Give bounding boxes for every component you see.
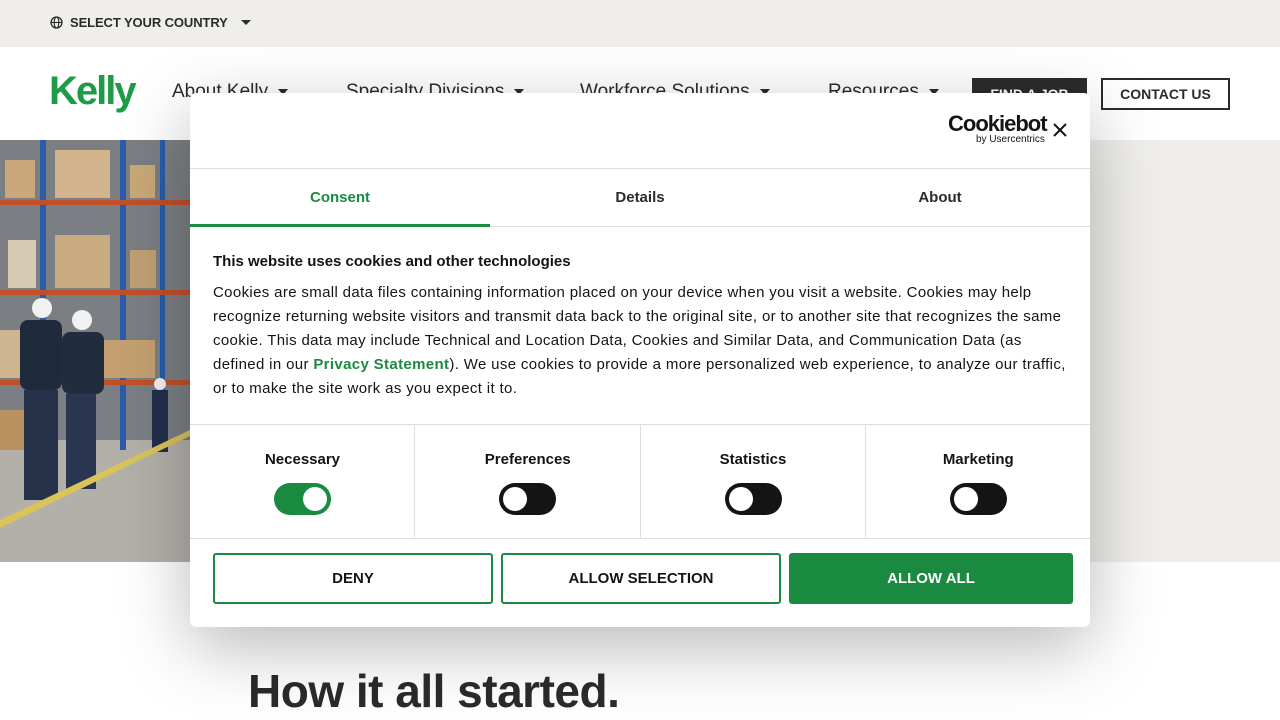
toggle-label: Preferences — [484, 451, 571, 468]
consent-buttons: DENY ALLOW SELECTION ALLOW ALL — [213, 553, 1073, 604]
allow-selection-button[interactable]: ALLOW SELECTION — [501, 553, 781, 604]
hero-image — [0, 140, 190, 562]
country-label: SELECT YOUR COUNTRY — [70, 15, 228, 30]
cookie-consent-dialog: Cookiebot by Usercentrics Consent Detail… — [190, 93, 1090, 627]
consent-toggles: Necessary Preferences Statistics Marketi… — [190, 424, 1090, 539]
toggle-label: Necessary — [264, 451, 341, 468]
switch-knob — [953, 487, 978, 511]
tab-about[interactable]: About — [790, 169, 1090, 226]
cookiebot-logo: Cookiebot by Usercentrics — [948, 111, 1048, 145]
country-bar: SELECT YOUR COUNTRY — [0, 0, 1280, 47]
tab-consent[interactable]: Consent — [190, 169, 490, 227]
warehouse-photo — [0, 140, 190, 562]
allow-all-button[interactable]: ALLOW ALL — [789, 553, 1073, 604]
toggle-label: Marketing — [942, 451, 1014, 468]
cookiebot-brand-sub: by Usercentrics — [976, 134, 1045, 145]
close-icon[interactable] — [1050, 120, 1070, 140]
preferences-switch[interactable] — [499, 483, 557, 515]
dialog-tabs: Consent Details About — [190, 169, 1090, 227]
chevron-down-icon — [240, 20, 251, 25]
globe-icon — [50, 16, 63, 29]
statistics-switch[interactable] — [724, 483, 782, 515]
page-headline: How it all started. — [248, 665, 620, 717]
toggle-necessary: Necessary — [190, 425, 416, 538]
toggle-statistics: Statistics — [641, 425, 866, 538]
necessary-switch[interactable] — [274, 483, 331, 515]
deny-button[interactable]: DENY — [213, 553, 493, 604]
tab-details[interactable]: Details — [490, 169, 790, 226]
switch-knob — [728, 487, 753, 511]
dialog-header: Cookiebot by Usercentrics — [190, 93, 1090, 169]
toggle-preferences: Preferences — [415, 425, 641, 538]
consent-text: Cookies are small data files containing … — [213, 281, 1069, 401]
marketing-switch[interactable] — [949, 483, 1007, 515]
cookiebot-brand: Cookiebot — [948, 111, 1048, 136]
contact-us-button[interactable]: CONTACT US — [1101, 78, 1230, 110]
switch-knob — [503, 487, 528, 511]
kelly-logo[interactable]: Kelly — [49, 71, 137, 111]
toggle-label: Statistics — [719, 451, 787, 468]
switch-knob — [303, 487, 327, 511]
consent-title: This website uses cookies and other tech… — [213, 253, 571, 270]
toggle-marketing: Marketing — [866, 425, 1090, 538]
country-selector[interactable]: SELECT YOUR COUNTRY — [50, 15, 251, 30]
privacy-statement-link[interactable]: Privacy Statement — [313, 356, 449, 373]
